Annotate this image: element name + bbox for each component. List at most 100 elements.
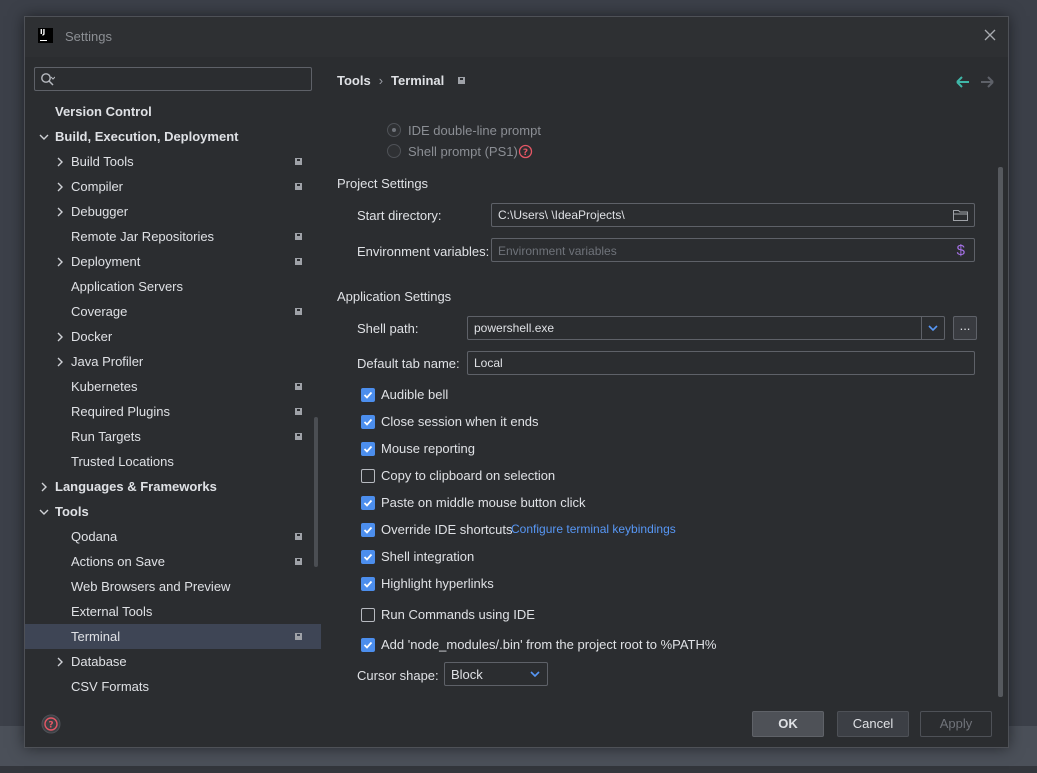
sidebar-item-build-execution-deployment[interactable]: Build, Execution, Deployment	[25, 124, 321, 149]
environment-variables-label: Environment variables:	[357, 244, 490, 259]
checkbox-checked[interactable]	[361, 550, 375, 564]
sidebar-item-label: Actions on Save	[71, 554, 165, 569]
project-scope-icon	[295, 183, 302, 190]
settings-sidebar: Version Control Build, Execution, Deploy…	[25, 57, 321, 697]
project-scope-icon	[295, 308, 302, 315]
checkbox-unchecked[interactable]	[361, 608, 375, 622]
dollar-icon[interactable]: $	[957, 242, 965, 259]
svg-text:?: ?	[48, 721, 53, 731]
checkbox-checked[interactable]	[361, 415, 375, 429]
cursor-shape-select[interactable]: Block	[444, 662, 548, 686]
application-settings-title: Application Settings	[337, 289, 452, 304]
sidebar-item-trusted-locations[interactable]: Trusted Locations	[25, 449, 321, 474]
window-title: Settings	[65, 29, 112, 44]
checkbox-checked[interactable]	[361, 442, 375, 456]
sidebar-item-external-tools[interactable]: External Tools	[25, 599, 321, 624]
checkbox-label: Copy to clipboard on selection	[381, 468, 556, 483]
sidebar-item-label: Remote Jar Repositories	[71, 229, 215, 244]
project-settings-title: Project Settings	[337, 176, 429, 191]
checkbox-checked[interactable]	[361, 577, 375, 591]
sidebar-item-remote-jar-repositories[interactable]: Remote Jar Repositories	[25, 224, 321, 249]
sidebar-item-database[interactable]: Database	[25, 649, 321, 674]
sidebar-item-debugger[interactable]: Debugger	[25, 199, 321, 224]
sidebar-item-docker[interactable]: Docker	[25, 324, 321, 349]
sidebar-item-compiler[interactable]: Compiler	[25, 174, 321, 199]
default-tab-name-field[interactable]: Local	[467, 351, 975, 375]
cancel-button[interactable]: Cancel	[837, 711, 909, 737]
checkbox-checked[interactable]	[361, 523, 375, 537]
shell-path-label: Shell path:	[357, 321, 419, 336]
sidebar-item-label: Debugger	[71, 204, 129, 219]
project-scope-icon	[295, 633, 302, 640]
radio-button[interactable]	[387, 123, 401, 137]
breadcrumb-separator: ›	[378, 73, 384, 88]
chevron-right-icon	[57, 357, 63, 367]
checkbox-unchecked[interactable]	[361, 469, 375, 483]
sidebar-item-build-tools[interactable]: Build Tools	[25, 149, 321, 174]
sidebar-item-kubernetes[interactable]: Kubernetes	[25, 374, 321, 399]
shell-path-dropdown-button[interactable]	[921, 317, 944, 339]
ok-button[interactable]: OK	[752, 711, 824, 737]
sidebar-item-label: Build, Execution, Deployment	[55, 129, 239, 144]
sidebar-item-java-profiler[interactable]: Java Profiler	[25, 349, 321, 374]
chevron-right-icon	[57, 182, 63, 192]
sidebar-item-tools[interactable]: Tools	[25, 499, 321, 524]
sidebar-item-web-browsers[interactable]: Web Browsers and Preview	[25, 574, 321, 599]
default-tab-name-label: Default tab name:	[357, 356, 460, 371]
sidebar-item-languages-frameworks[interactable]: Languages & Frameworks	[25, 474, 321, 499]
settings-search[interactable]	[34, 67, 312, 91]
help-icon[interactable]: ?	[518, 144, 533, 159]
checkbox-label: Mouse reporting	[381, 441, 475, 456]
radio-button[interactable]	[387, 144, 401, 158]
breadcrumb-parent[interactable]: Tools	[337, 73, 371, 88]
back-arrow-icon[interactable]	[956, 76, 970, 88]
settings-content: Tools › Terminal IDE double-line prompt Sh…	[321, 57, 1008, 701]
sidebar-item-label: Web Browsers and Preview	[71, 579, 231, 594]
checkbox-label: Add 'node_modules/.bin' from the project…	[381, 637, 717, 652]
chevron-down-icon	[39, 134, 49, 140]
close-button[interactable]	[982, 27, 998, 43]
shell-path-browse-button[interactable]: ...	[953, 316, 977, 340]
sidebar-item-deployment[interactable]: Deployment	[25, 249, 321, 274]
project-scope-icon	[295, 158, 302, 165]
sidebar-item-label: Run Targets	[71, 429, 141, 444]
sidebar-scrollbar[interactable]	[314, 417, 318, 567]
folder-icon[interactable]	[953, 209, 968, 221]
help-button[interactable]: ?	[41, 714, 61, 734]
sidebar-item-label: Terminal	[71, 629, 121, 644]
forward-arrow-icon[interactable]	[980, 76, 994, 88]
checkbox-checked[interactable]	[361, 496, 375, 510]
sidebar-item-label: Tools	[55, 504, 89, 519]
project-scope-icon	[295, 383, 302, 390]
sidebar-item-qodana[interactable]: Qodana	[25, 524, 321, 549]
project-scope-icon	[295, 533, 302, 540]
shell-path-combo[interactable]: powershell.exe	[467, 316, 945, 340]
sidebar-item-terminal[interactable]: Terminal	[25, 624, 321, 649]
close-icon	[984, 29, 996, 41]
background-bottom	[0, 766, 1037, 773]
sidebar-item-label: Build Tools	[71, 154, 134, 169]
sidebar-item-required-plugins[interactable]: Required Plugins	[25, 399, 321, 424]
sidebar-item-label: Java Profiler	[71, 354, 144, 369]
sidebar-item-version-control[interactable]: Version Control	[25, 99, 321, 124]
content-scrollbar[interactable]	[998, 167, 1003, 697]
environment-variables-field[interactable]: Environment variables $	[491, 238, 975, 262]
sidebar-item-label: Qodana	[71, 529, 118, 544]
apply-button[interactable]: Apply	[920, 711, 992, 737]
search-input[interactable]	[61, 70, 305, 90]
project-scope-icon	[295, 233, 302, 240]
sidebar-item-csv-formats[interactable]: CSV Formats	[25, 674, 321, 699]
checkbox-checked[interactable]	[361, 638, 375, 652]
sidebar-item-label: Trusted Locations	[71, 454, 174, 469]
chevron-right-icon	[57, 157, 63, 167]
checkbox-checked[interactable]	[361, 388, 375, 402]
sidebar-item-actions-on-save[interactable]: Actions on Save	[25, 549, 321, 574]
configure-terminal-keybindings-link[interactable]: Configure terminal keybindings	[511, 522, 676, 536]
start-directory-label: Start directory:	[357, 208, 442, 223]
sidebar-item-label: Kubernetes	[71, 379, 138, 394]
checkbox-label: Shell integration	[381, 549, 475, 564]
sidebar-item-run-targets[interactable]: Run Targets	[25, 424, 321, 449]
start-directory-field[interactable]: C:\Users\ \IdeaProjects\	[491, 203, 975, 227]
sidebar-item-application-servers[interactable]: Application Servers	[25, 274, 321, 299]
sidebar-item-coverage[interactable]: Coverage	[25, 299, 321, 324]
